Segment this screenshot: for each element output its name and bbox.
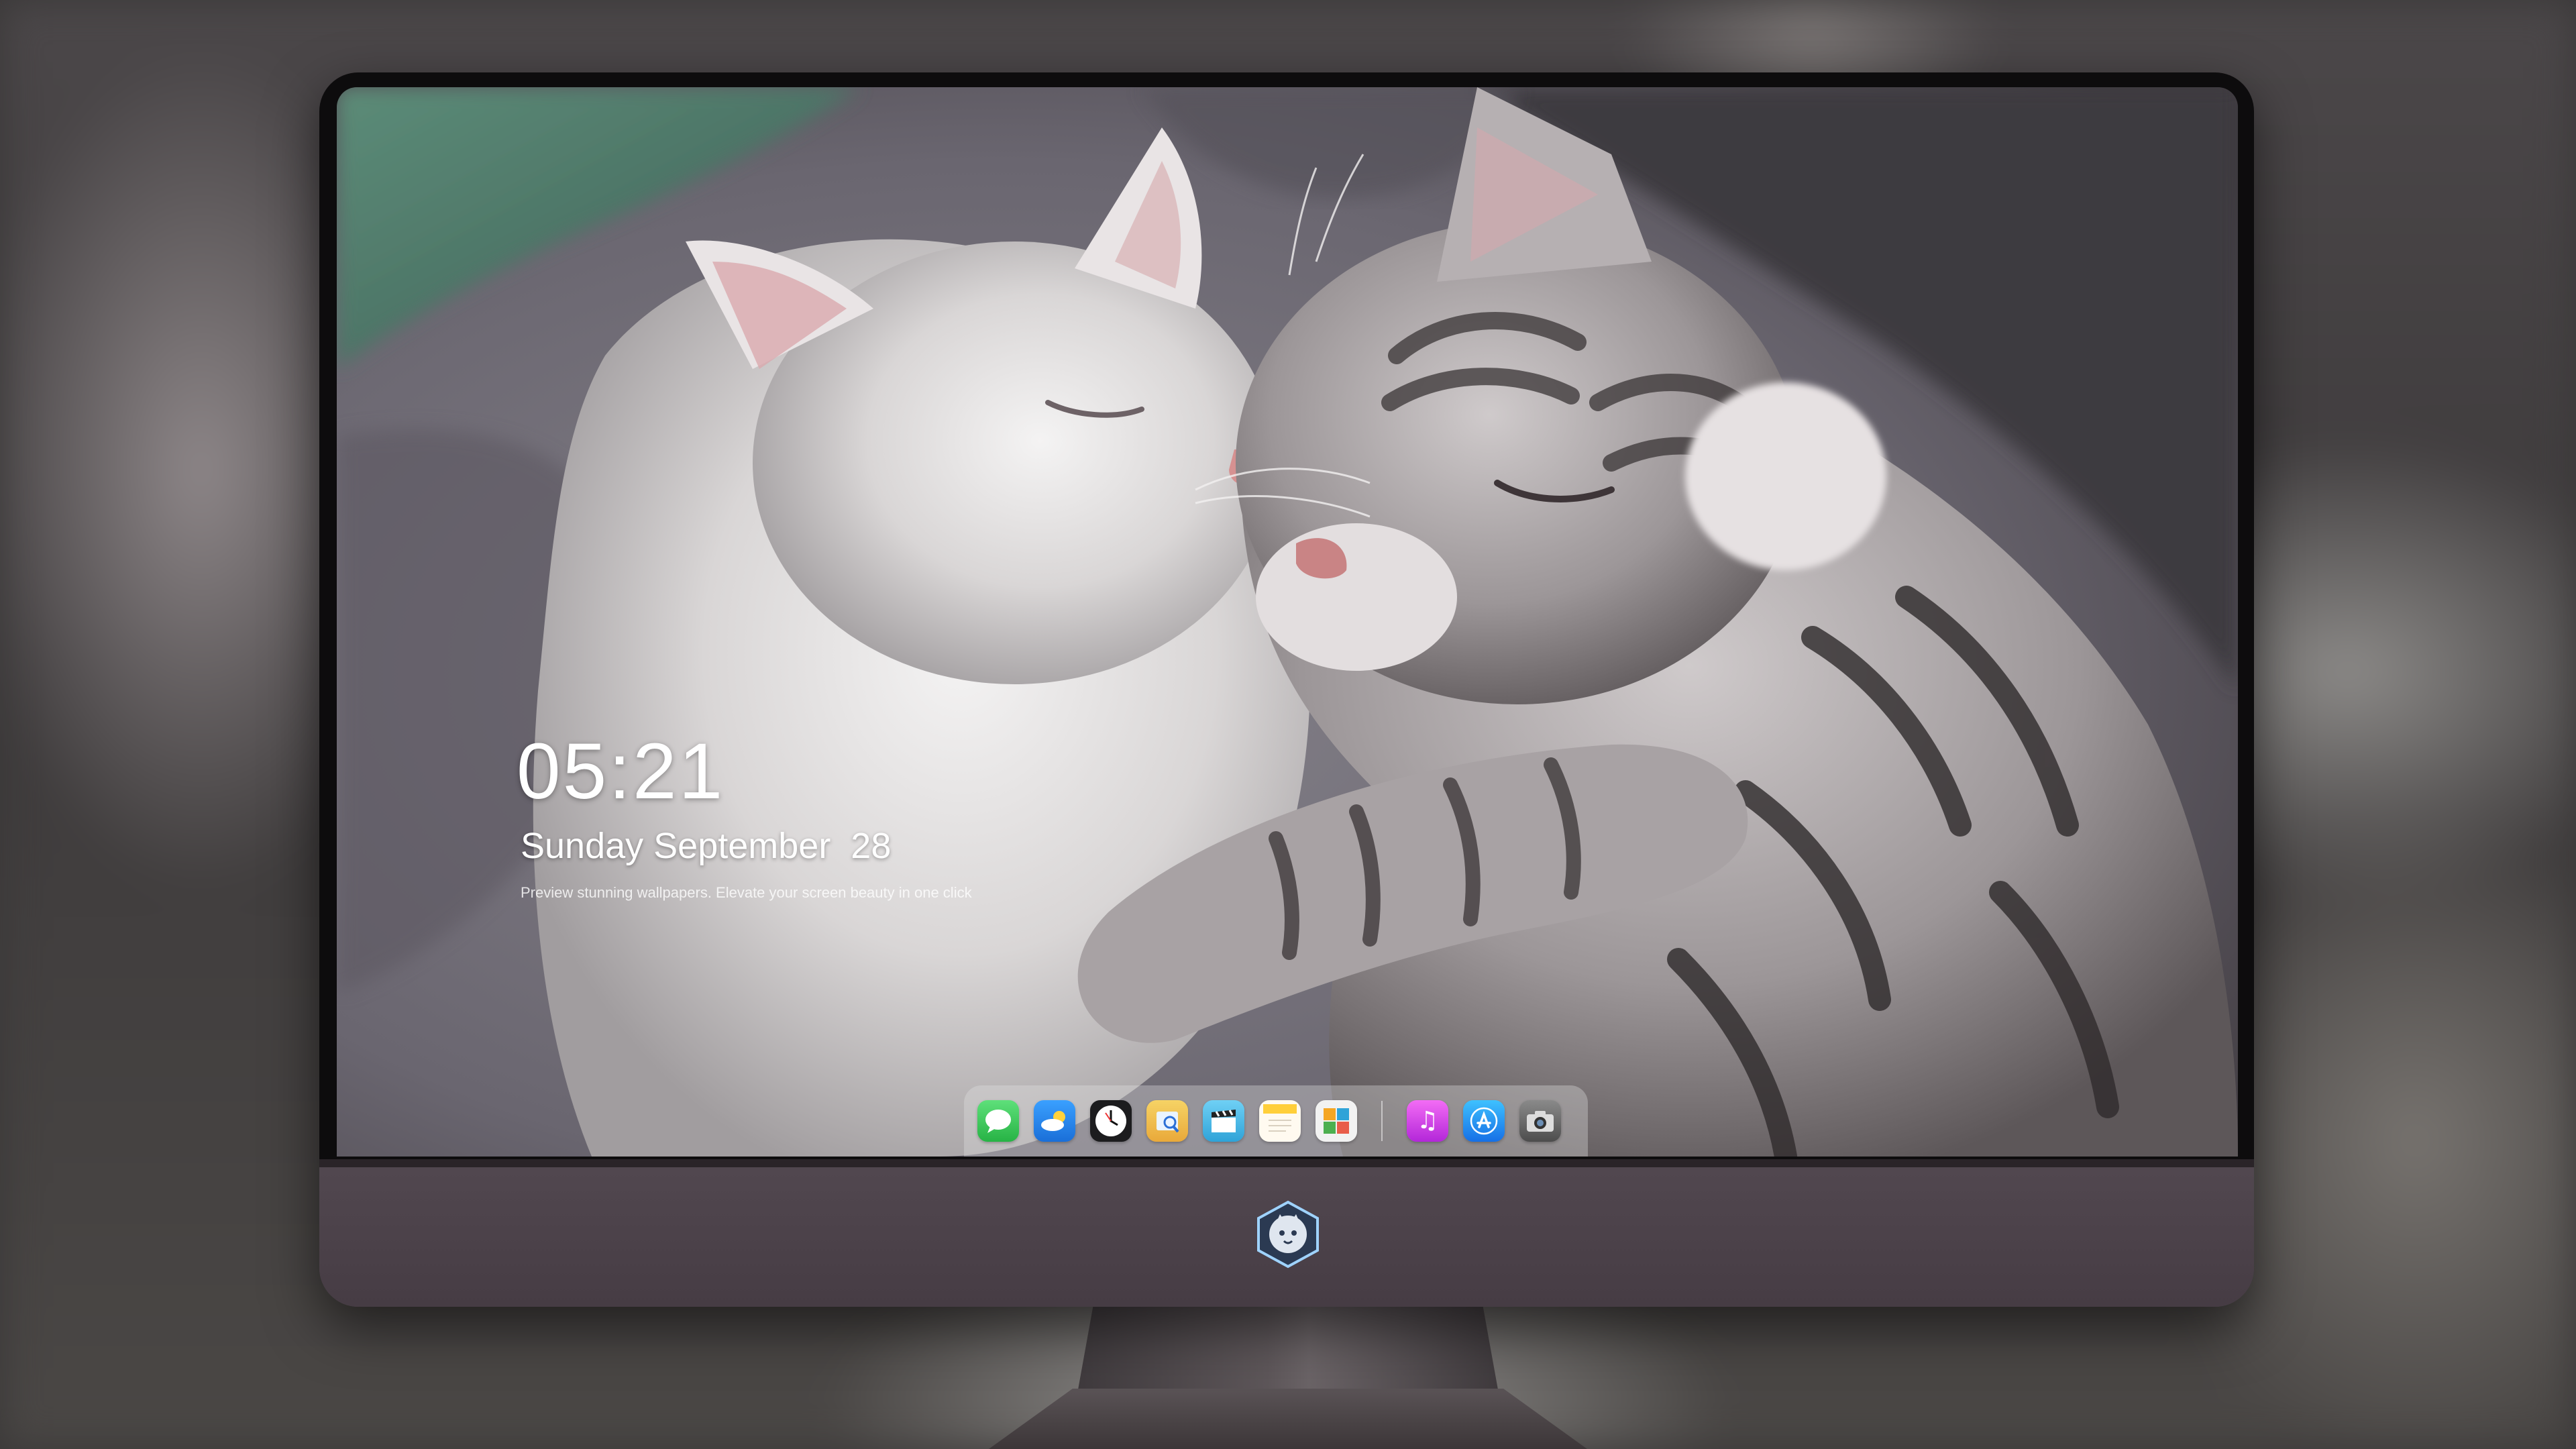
music-note-glyph: ♫ — [1416, 1107, 1439, 1134]
photo-grid-icon[interactable] — [1316, 1100, 1357, 1142]
notes-icon[interactable] — [1259, 1100, 1301, 1142]
lock-clock: 05:21 — [517, 727, 725, 816]
monitor-stand-base — [989, 1389, 1587, 1449]
weather-icon[interactable] — [1034, 1100, 1075, 1142]
kittens-wallpaper — [337, 87, 2238, 1157]
clapperboard-icon[interactable] — [1203, 1100, 1244, 1142]
lock-date: Sunday September 28 — [521, 826, 892, 866]
monitor-chin-divider — [319, 1159, 2254, 1167]
lock-screen: 05:21 Sunday September 28 Preview stunni… — [337, 87, 2238, 1157]
brand-logo-badge — [1257, 1200, 1319, 1269]
app-store-icon[interactable] — [1463, 1100, 1505, 1142]
music-icon[interactable]: ♫ — [1407, 1100, 1448, 1142]
lock-tagline: Preview stunning wallpapers. Elevate you… — [521, 884, 972, 901]
dock: ♫ — [964, 1085, 1588, 1157]
dock-separator — [1381, 1101, 1383, 1141]
monitor-stand-neck — [1076, 1307, 1500, 1401]
camera-icon[interactable] — [1519, 1100, 1561, 1142]
clock-icon[interactable] — [1090, 1100, 1132, 1142]
messages-icon[interactable] — [977, 1100, 1019, 1142]
preview-icon[interactable] — [1146, 1100, 1188, 1142]
